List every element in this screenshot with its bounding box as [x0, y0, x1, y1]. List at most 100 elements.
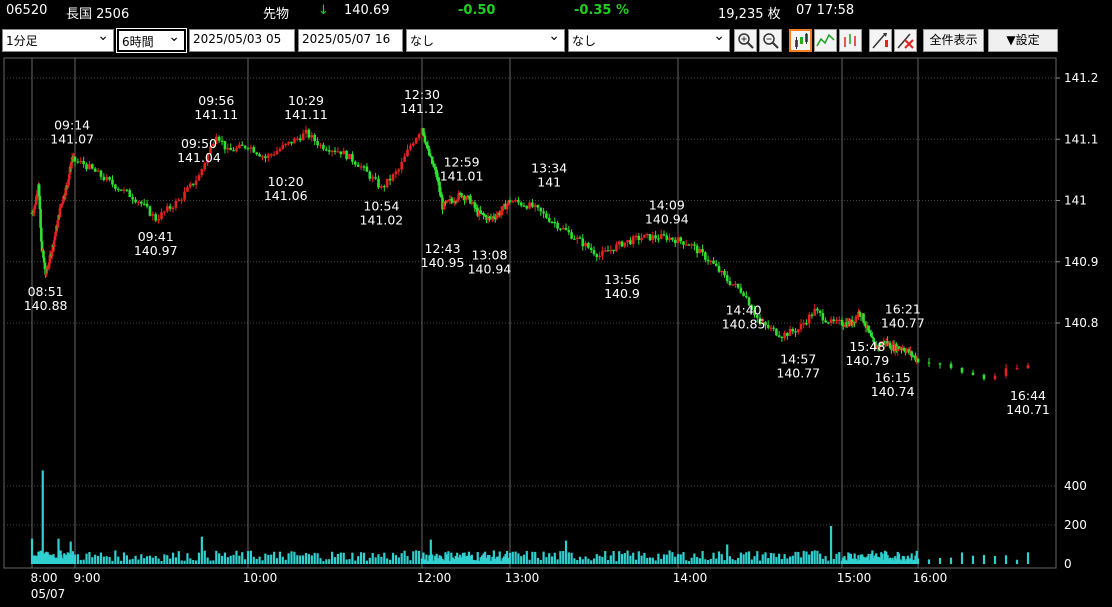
chart-toolbar: 1分足 6時間 2025/05/03 05 2025/05/07 16 なし な…: [0, 28, 1112, 54]
volume-bar: [786, 558, 789, 564]
volume-bar: [354, 560, 357, 564]
candle-body: [73, 156, 77, 162]
volume-bar: [674, 556, 677, 564]
span-select[interactable]: 6時間: [116, 28, 187, 53]
candlestick-icon[interactable]: [789, 29, 812, 52]
volume-bar: [1026, 552, 1030, 564]
volume-bar: [685, 560, 688, 564]
candle-body: [336, 151, 340, 153]
zoom-in-icon[interactable]: [734, 29, 757, 52]
volume-bar: [380, 556, 383, 564]
candle-body: [531, 202, 534, 207]
volume-bar: [128, 559, 131, 564]
ohlc-bar-icon[interactable]: [839, 29, 862, 52]
candle-body: [794, 331, 797, 333]
volume-bar: [698, 558, 701, 564]
volume-bar: [687, 561, 691, 564]
candle-body: [723, 271, 726, 276]
candle-body: [287, 141, 290, 144]
annotation-price: 140.95: [421, 255, 465, 270]
from-date-input[interactable]: 2025/05/03 05: [189, 29, 295, 52]
candle-body: [455, 199, 459, 202]
candle-body: [432, 163, 436, 167]
candle-body: [553, 222, 557, 224]
volume-bar: [403, 550, 406, 564]
volume-bar: [982, 554, 986, 564]
volume-bar: [728, 556, 732, 564]
annotation-price: 140.74: [871, 384, 915, 399]
draw-tool-erase-icon[interactable]: [894, 29, 917, 52]
volume-bar: [615, 561, 618, 564]
volume-bar: [223, 552, 227, 564]
zoom-out-icon[interactable]: [759, 29, 782, 52]
volume-bar: [587, 558, 590, 564]
candle-body: [1004, 368, 1008, 376]
volume-bar: [249, 550, 252, 564]
volume-bar: [745, 552, 748, 564]
candle-body: [728, 281, 732, 285]
volume-bar: [739, 552, 742, 564]
candle-body: [704, 252, 707, 260]
candle-body: [85, 164, 88, 170]
candle-body: [60, 203, 64, 205]
candle-body: [42, 250, 45, 258]
volume-bar: [406, 555, 409, 564]
volume-bar: [102, 556, 105, 564]
indicator2-select[interactable]: なし: [568, 29, 730, 52]
candle-body: [631, 236, 635, 245]
volume-bar: [623, 552, 626, 564]
candle-body: [327, 150, 331, 152]
price-chart[interactable]: 08:51140.8809:14141.0709:41140.9709:5014…: [0, 54, 1112, 607]
candle-body: [564, 227, 568, 231]
price-change-pct: -0.35 %: [574, 3, 630, 18]
candle-body: [284, 143, 287, 146]
candle-body: [620, 241, 624, 247]
candle-body: [380, 186, 383, 188]
volume-bar: [195, 560, 198, 564]
time-tick-label: 9:00: [74, 571, 101, 585]
candle-body: [714, 263, 718, 266]
annotation-price: 140.85: [722, 316, 766, 331]
candle-body: [96, 170, 100, 172]
settings-button[interactable]: ▼設定: [988, 29, 1058, 52]
volume-bar: [278, 551, 281, 564]
volume-bar: [148, 555, 152, 564]
annotation-time: 09:50: [181, 136, 217, 151]
candle-body: [134, 199, 137, 203]
volume-bar: [244, 559, 247, 564]
volume-bar: [612, 551, 615, 564]
draw-tool-icon[interactable]: [869, 29, 892, 52]
volume-bar: [275, 558, 279, 564]
candle-body: [322, 144, 325, 150]
volume-bar: [827, 560, 830, 564]
candle-body: [88, 164, 91, 170]
candle-body: [938, 363, 942, 365]
to-date-input[interactable]: 2025/05/07 16: [298, 29, 403, 52]
volume-bar: [267, 554, 270, 564]
volume-bar: [606, 559, 610, 564]
candle-body: [791, 329, 795, 332]
candle-body: [772, 327, 775, 329]
candle-body: [406, 149, 409, 157]
volume-bar: [671, 552, 674, 564]
volume-bar: [916, 558, 920, 564]
candle-body: [351, 153, 354, 162]
candle-body: [255, 152, 258, 155]
show-all-button[interactable]: 全件表示: [923, 29, 984, 52]
volume-bar: [258, 556, 261, 564]
candle-body: [517, 200, 520, 203]
volume-bar: [701, 551, 704, 564]
line-chart-icon[interactable]: [814, 29, 837, 52]
candle-body: [394, 171, 398, 175]
volume-bar: [177, 551, 180, 564]
indicator1-select[interactable]: なし: [406, 29, 565, 52]
time-tick-label: 15:00: [837, 571, 872, 585]
candle-body: [58, 207, 62, 218]
candle-body: [111, 179, 114, 185]
candle-body: [626, 240, 629, 243]
volume-bar: [316, 553, 319, 564]
quote-header: 06520 長国 2506 先物 ↓ 140.69 -0.50 -0.35 % …: [0, 0, 1112, 24]
interval-select[interactable]: 1分足: [2, 29, 114, 52]
candle-body: [739, 287, 743, 293]
candle-body: [508, 200, 512, 203]
